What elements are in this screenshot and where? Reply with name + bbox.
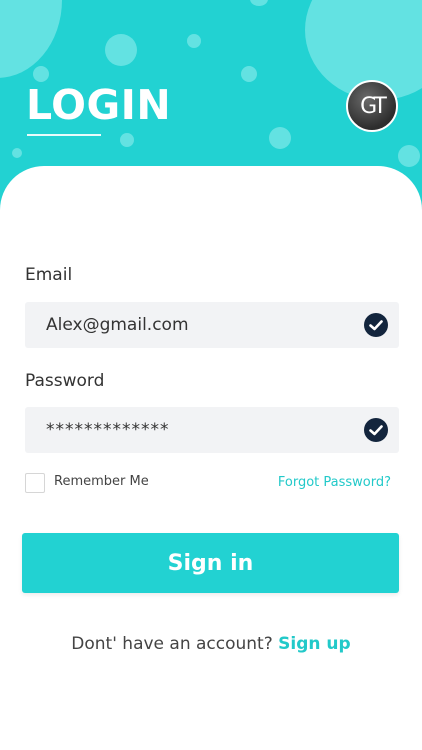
decorative-bubble xyxy=(0,0,62,78)
remember-me-label[interactable]: Remember Me xyxy=(54,472,149,492)
sign-in-button[interactable]: Sign in xyxy=(22,533,399,593)
forgot-password-link[interactable]: Forgot Password? xyxy=(278,473,391,493)
check-circle-icon xyxy=(364,313,388,337)
decorative-bubble xyxy=(12,148,22,158)
title-underline xyxy=(27,134,101,136)
signup-prompt-text: Dont' have an account? xyxy=(71,634,273,654)
password-label: Password xyxy=(25,371,105,391)
sign-up-link[interactable]: Sign up xyxy=(278,634,351,654)
decorative-bubble xyxy=(187,34,201,48)
page-title: LOGIN xyxy=(26,81,172,129)
decorative-bubble xyxy=(120,133,134,147)
password-field[interactable]: ************* xyxy=(25,407,399,453)
password-value: ************* xyxy=(46,420,170,440)
decorative-bubble xyxy=(269,127,291,149)
check-circle-icon xyxy=(364,418,388,442)
login-screen: LOGIN GT Email Alex@gmail.com Password *… xyxy=(0,0,422,750)
decorative-bubble xyxy=(241,66,257,82)
decorative-bubble xyxy=(105,34,137,66)
form-card xyxy=(0,166,422,750)
decorative-bubble xyxy=(398,145,420,167)
email-field[interactable]: Alex@gmail.com xyxy=(25,302,399,348)
app-logo: GT xyxy=(346,80,398,132)
email-value: Alex@gmail.com xyxy=(46,315,189,335)
signup-prompt-row: Dont' have an account? Sign up xyxy=(0,632,422,656)
remember-me-checkbox[interactable] xyxy=(25,473,45,493)
logo-text: GT xyxy=(360,93,387,119)
email-label: Email xyxy=(25,265,73,285)
decorative-bubble xyxy=(250,0,268,6)
